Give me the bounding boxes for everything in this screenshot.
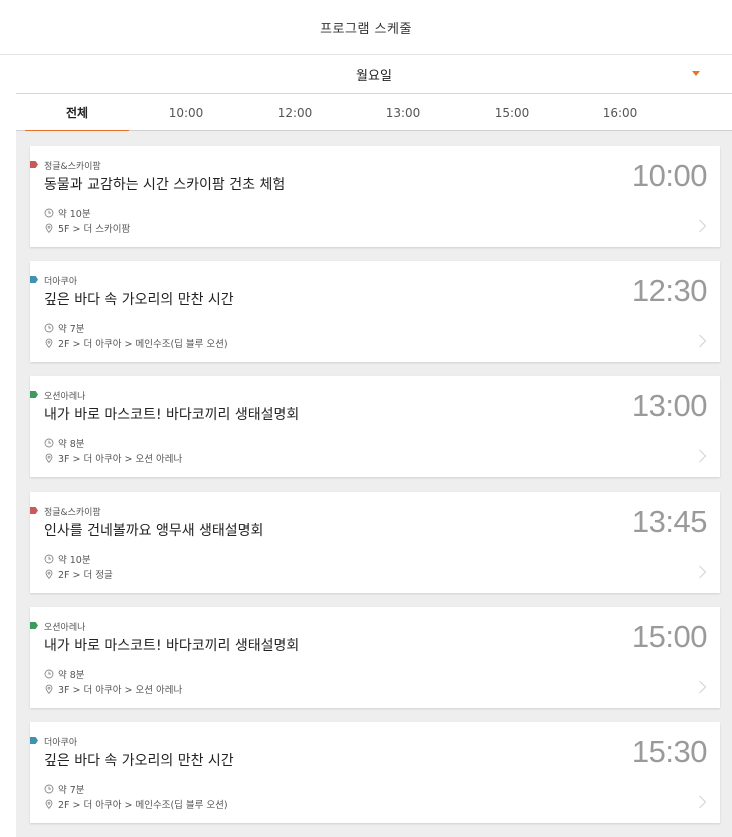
dropdown-arrow-icon [692, 71, 700, 76]
program-card[interactable]: 오션아레나 내가 바로 마스코트! 바다코끼리 생태설명회 15:00 약 8분… [30, 607, 720, 708]
program-duration: 약 10분 [44, 552, 91, 566]
chevron-right-icon [699, 795, 707, 809]
program-category: 정글&스카이팜 [44, 508, 101, 518]
page-header: 프로그램 스케줄 [0, 0, 732, 55]
location-text: 3F > 더 아쿠아 > 오션 아레나 [58, 454, 183, 465]
tab-1300[interactable]: 13:00 [351, 94, 455, 131]
program-time: 10:00 [631, 158, 708, 193]
category-flag-icon [30, 737, 38, 744]
program-duration: 약 8분 [44, 667, 85, 681]
day-select-value: 월요일 [356, 68, 392, 84]
category-flag-icon [30, 507, 38, 514]
program-duration: 약 10분 [44, 206, 91, 220]
program-time: 12:30 [631, 273, 708, 308]
clock-icon [44, 784, 54, 794]
location-pin-icon [45, 223, 53, 233]
program-category: 오션아레나 [44, 623, 86, 633]
program-location: 3F > 더 아쿠아 > 오션 아레나 [44, 682, 182, 696]
chevron-right-icon [699, 334, 707, 348]
program-category: 정글&스카이팜 [44, 162, 101, 172]
clock-icon [44, 669, 54, 679]
clock-icon [44, 323, 54, 333]
program-card[interactable]: 오션아레나 내가 바로 마스코트! 바다코끼리 생태설명회 13:00 약 8분… [30, 376, 720, 477]
tab-label: 10:00 [168, 105, 204, 120]
duration-text: 약 7분 [58, 785, 85, 796]
location-pin-icon [45, 453, 53, 463]
time-tabs: 전체 10:00 12:00 13:00 15:00 16:00 [16, 94, 732, 132]
program-card[interactable]: 더아쿠아 깊은 바다 속 가오리의 만찬 시간 12:30 약 7분 2F > … [30, 261, 720, 362]
clock-icon [44, 208, 54, 218]
location-pin-icon [45, 684, 53, 694]
chevron-right-icon [699, 565, 707, 579]
program-category: 더아쿠아 [44, 277, 78, 287]
day-select[interactable]: 월요일 [16, 55, 732, 94]
location-text: 2F > 더 아쿠아 > 메인수조(딥 블루 오션) [58, 800, 228, 811]
program-card[interactable]: 더아쿠아 깊은 바다 속 가오리의 만찬 시간 15:30 약 7분 2F > … [30, 722, 720, 823]
program-title: 동물과 교감하는 시간 스카이팜 건초 체험 [44, 177, 286, 193]
clock-icon [44, 438, 54, 448]
program-title: 내가 바로 마스코트! 바다코끼리 생태설명회 [44, 638, 300, 654]
page-title: 프로그램 스케줄 [320, 21, 412, 37]
program-location: 2F > 더 아쿠아 > 메인수조(딥 블루 오션) [44, 797, 228, 811]
location-text: 3F > 더 아쿠아 > 오션 아레나 [58, 685, 183, 696]
program-location: 3F > 더 아쿠아 > 오션 아레나 [44, 451, 182, 465]
category-flag-icon [30, 622, 38, 629]
program-time: 13:45 [631, 504, 708, 539]
tab-1600[interactable]: 16:00 [568, 94, 672, 131]
program-time: 15:00 [631, 619, 708, 654]
program-card[interactable]: 정글&스카이팜 인사를 건네볼까요 앵무새 생태설명회 13:45 약 10분 … [30, 492, 720, 593]
program-time: 13:00 [631, 388, 708, 423]
category-flag-icon [30, 391, 38, 398]
program-duration: 약 7분 [44, 321, 85, 335]
program-category: 더아쿠아 [44, 738, 78, 748]
program-title: 인사를 건네볼까요 앵무새 생태설명회 [44, 523, 264, 539]
location-pin-icon [45, 338, 53, 348]
location-text: 2F > 더 아쿠아 > 메인수조(딥 블루 오션) [58, 339, 228, 350]
chevron-right-icon [699, 219, 707, 233]
duration-text: 약 10분 [58, 209, 91, 220]
location-pin-icon [45, 569, 53, 579]
program-title: 깊은 바다 속 가오리의 만찬 시간 [44, 292, 234, 308]
program-location: 5F > 더 스카이팜 [44, 221, 130, 235]
duration-text: 약 8분 [58, 670, 85, 681]
tab-1000[interactable]: 10:00 [134, 94, 238, 131]
duration-text: 약 10분 [58, 555, 91, 566]
location-text: 2F > 더 정글 [58, 570, 113, 581]
chevron-right-icon [699, 449, 707, 463]
program-card[interactable]: 정글&스카이팜 동물과 교감하는 시간 스카이팜 건초 체험 10:00 약 1… [30, 146, 720, 247]
program-time: 15:30 [631, 734, 708, 769]
program-duration: 약 8분 [44, 436, 85, 450]
tab-label: 전체 [65, 106, 89, 120]
program-location: 2F > 더 아쿠아 > 메인수조(딥 블루 오션) [44, 336, 228, 350]
program-category: 오션아레나 [44, 392, 86, 402]
tab-1200[interactable]: 12:00 [243, 94, 347, 131]
clock-icon [44, 554, 54, 564]
tab-all[interactable]: 전체 [25, 94, 129, 132]
location-text: 5F > 더 스카이팜 [58, 224, 131, 235]
tab-label: 16:00 [602, 105, 638, 120]
tab-1500[interactable]: 15:00 [460, 94, 564, 131]
tab-label: 12:00 [277, 105, 313, 120]
program-title: 내가 바로 마스코트! 바다코끼리 생태설명회 [44, 407, 300, 423]
chevron-right-icon [699, 680, 707, 694]
tab-label: 15:00 [494, 105, 530, 120]
category-flag-icon [30, 161, 38, 168]
program-duration: 약 7분 [44, 782, 85, 796]
program-list: 정글&스카이팜 동물과 교감하는 시간 스카이팜 건초 체험 10:00 약 1… [16, 131, 732, 837]
duration-text: 약 8분 [58, 439, 85, 450]
duration-text: 약 7분 [58, 324, 85, 335]
category-flag-icon [30, 276, 38, 283]
tab-label: 13:00 [385, 105, 421, 120]
program-location: 2F > 더 정글 [44, 567, 113, 581]
location-pin-icon [45, 799, 53, 809]
program-title: 깊은 바다 속 가오리의 만찬 시간 [44, 753, 234, 769]
